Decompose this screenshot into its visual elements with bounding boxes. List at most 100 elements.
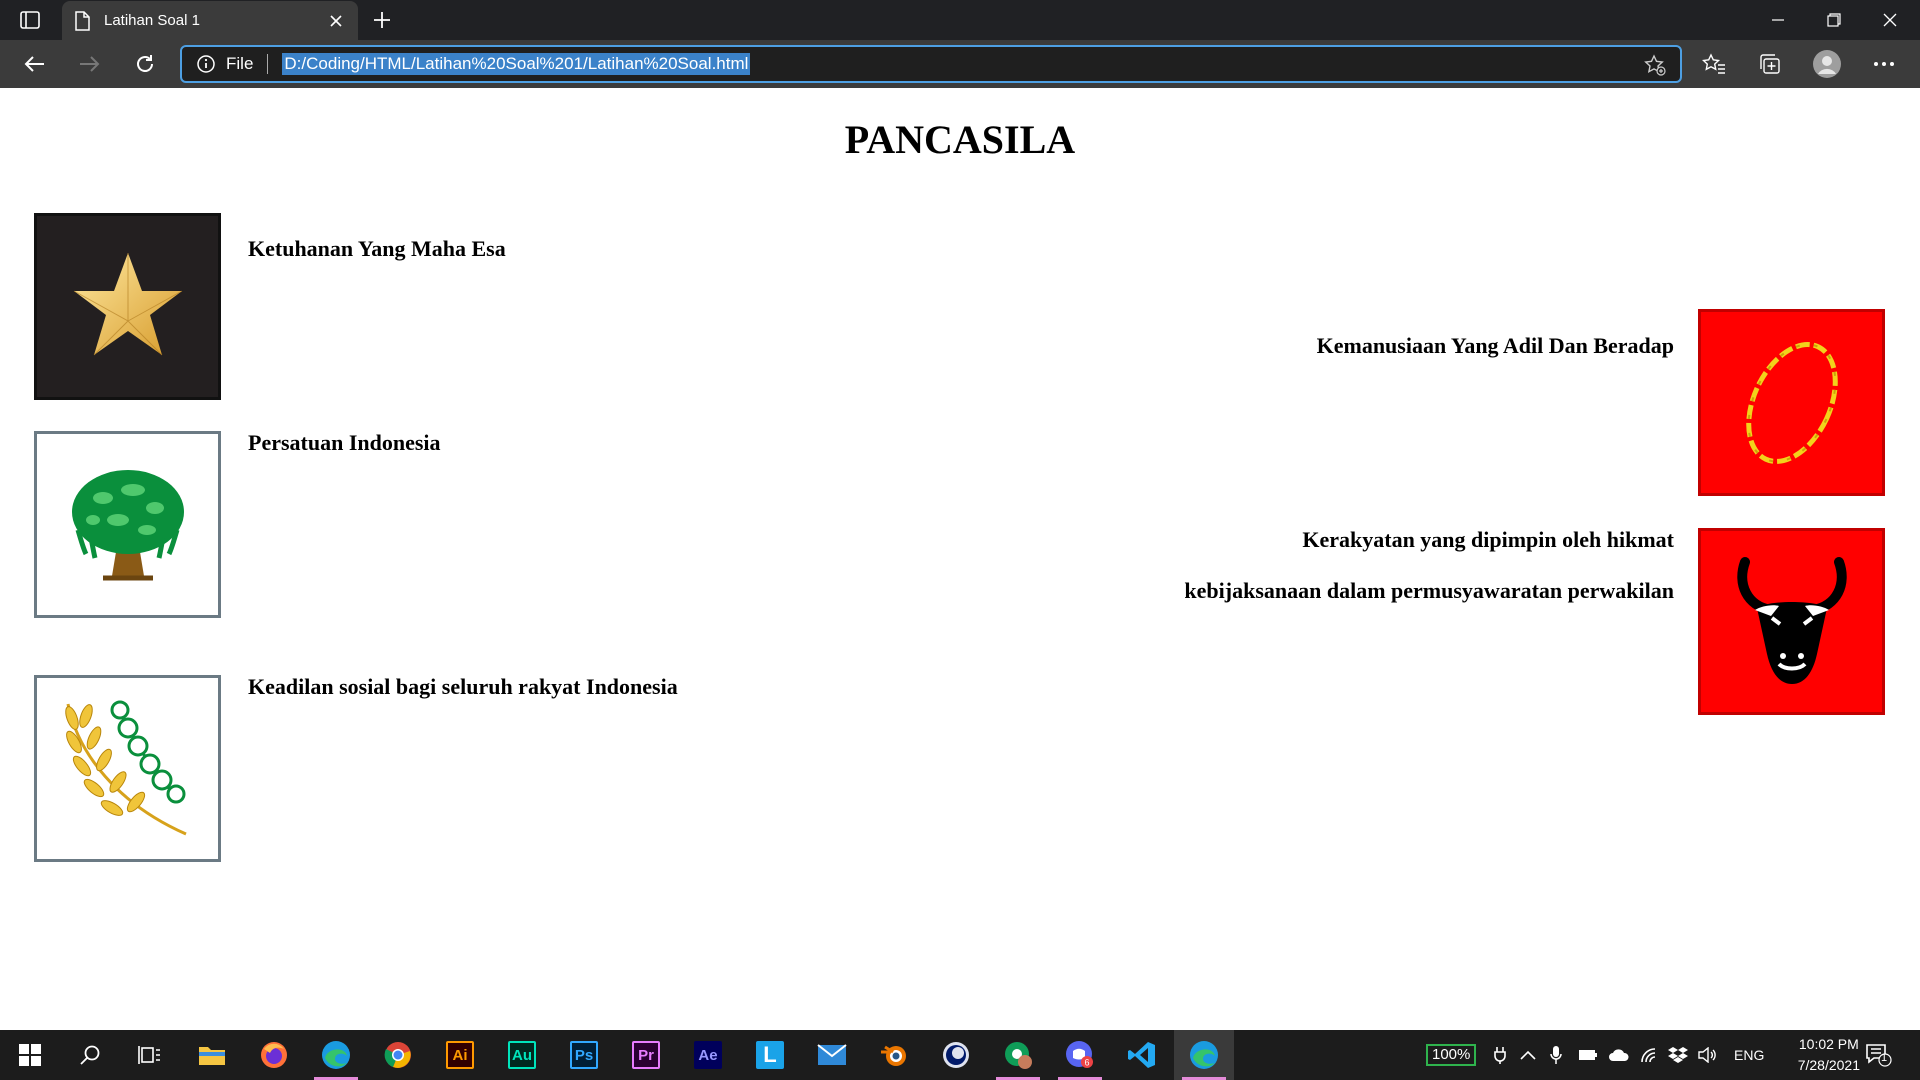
windows-icon xyxy=(19,1044,41,1066)
discord-button[interactable]: 6 xyxy=(1050,1030,1110,1080)
battery-icon[interactable] xyxy=(1578,1030,1598,1080)
firefox-icon xyxy=(261,1042,287,1068)
address-scheme-label: File xyxy=(226,54,254,73)
power-plug-icon[interactable] xyxy=(1494,1030,1506,1080)
show-hidden-icons-icon[interactable] xyxy=(1520,1030,1536,1080)
close-window-button[interactable] xyxy=(1862,0,1918,40)
volume-icon[interactable] xyxy=(1698,1030,1718,1080)
discord-icon: 6 xyxy=(1066,1041,1093,1068)
onedrive-icon[interactable] xyxy=(1608,1030,1630,1080)
tab-close-icon[interactable] xyxy=(320,5,352,37)
minimize-button[interactable] xyxy=(1750,0,1806,40)
rice-and-cotton-icon xyxy=(64,700,187,835)
audition-button[interactable]: Au xyxy=(492,1030,552,1080)
svg-text:6: 6 xyxy=(1084,1058,1089,1068)
task-view-icon xyxy=(138,1046,160,1064)
tab-title: Latihan Soal 1 xyxy=(104,12,200,29)
edge-icon xyxy=(1190,1041,1218,1069)
add-favorite-icon[interactable] xyxy=(1644,54,1666,76)
firefox-button[interactable] xyxy=(244,1030,304,1080)
vscode-icon xyxy=(1128,1042,1155,1068)
address-bar[interactable]: File D:/Coding/HTML/Latihan%20Soal%201/L… xyxy=(180,45,1682,83)
wifi-icon[interactable] xyxy=(1640,1030,1660,1080)
chrome-profile-icon xyxy=(1005,1042,1032,1069)
vscode-button[interactable] xyxy=(1112,1030,1172,1080)
battery-percent: 100% xyxy=(1426,1044,1477,1066)
rice-cotton-emblem xyxy=(34,675,221,862)
start-button[interactable] xyxy=(0,1030,60,1080)
page-content: PANCASILA Ketuhanan Yang Maha Esa Kemanu… xyxy=(0,88,1920,1030)
clock-date: 7/28/2021 xyxy=(1797,1057,1860,1073)
forward-button[interactable] xyxy=(72,48,108,80)
file-explorer-button[interactable] xyxy=(182,1030,242,1080)
clock[interactable]: 10:02 PM 7/28/2021 xyxy=(1798,1034,1860,1076)
new-tab-button[interactable] xyxy=(366,4,398,36)
sila-5-text: Keadilan sosial bagi seluruh rakyat Indo… xyxy=(248,674,678,699)
premiere-button[interactable]: Pr xyxy=(616,1030,676,1080)
chain-icon xyxy=(1745,341,1838,464)
chain-emblem xyxy=(1698,309,1885,496)
microphone-icon[interactable] xyxy=(1550,1030,1562,1080)
collections-icon[interactable] xyxy=(1756,50,1784,78)
back-button[interactable] xyxy=(16,48,52,80)
browser-tab-bar: Latihan Soal 1 xyxy=(0,0,1920,40)
star-emblem xyxy=(34,213,221,400)
photoshop-button[interactable]: Ps xyxy=(554,1030,614,1080)
sila-2-text: Kemanusiaan Yang Adil Dan Beradap xyxy=(1316,333,1674,358)
profile-avatar[interactable] xyxy=(1813,50,1841,78)
bull-head-emblem xyxy=(1698,528,1885,715)
windows-taskbar: Ai Au Ps Pr Ae L 6 100% ENG 10:02 PM 7/2… xyxy=(0,1030,1920,1080)
clock-time: 10:02 PM xyxy=(1798,1036,1859,1052)
after-effects-button[interactable]: Ae xyxy=(678,1030,738,1080)
cinema4d-icon xyxy=(943,1042,969,1068)
tab-actions-icon[interactable] xyxy=(12,8,48,32)
after-effects-icon: Ae xyxy=(694,1041,722,1069)
page-title: PANCASILA xyxy=(844,117,1076,162)
blender-icon xyxy=(881,1045,906,1066)
edge-button[interactable] xyxy=(306,1030,366,1080)
edge-active-button[interactable] xyxy=(1174,1030,1234,1080)
star-icon xyxy=(73,252,182,355)
photoshop-icon: Ps xyxy=(570,1041,598,1069)
mail-button[interactable] xyxy=(802,1030,862,1080)
edge-icon xyxy=(322,1041,350,1069)
sila-1-text: Ketuhanan Yang Maha Esa xyxy=(248,236,506,261)
l-app-button[interactable]: L xyxy=(740,1030,800,1080)
bull-head-icon xyxy=(1736,556,1847,684)
url-text[interactable]: D:/Coding/HTML/Latihan%20Soal%201/Latiha… xyxy=(282,53,751,75)
chrome-button[interactable] xyxy=(368,1030,428,1080)
cinema4d-button[interactable] xyxy=(926,1030,986,1080)
language-label: ENG xyxy=(1734,1047,1765,1063)
task-view-button[interactable] xyxy=(120,1030,180,1080)
sila-4-text-line2: kebijaksanaan dalam permusyawaratan perw… xyxy=(1184,578,1674,603)
notification-center[interactable]: 1 xyxy=(1866,1030,1892,1080)
blender-button[interactable] xyxy=(864,1030,924,1080)
search-icon xyxy=(80,1045,100,1065)
audition-icon: Au xyxy=(508,1041,536,1069)
language-indicator[interactable]: ENG xyxy=(1734,1030,1764,1080)
address-separator xyxy=(267,54,269,74)
l-app-icon: L xyxy=(756,1041,784,1069)
info-icon[interactable] xyxy=(196,54,216,74)
refresh-button[interactable] xyxy=(127,48,163,80)
battery-indicator[interactable]: 100% xyxy=(1426,1030,1477,1080)
folder-icon xyxy=(199,1047,225,1065)
favorites-icon[interactable] xyxy=(1700,50,1728,78)
browser-toolbar: File D:/Coding/HTML/Latihan%20Soal%201/L… xyxy=(0,40,1920,88)
dropbox-icon[interactable] xyxy=(1668,1030,1688,1080)
premiere-icon: Pr xyxy=(632,1041,660,1069)
chrome-profile-button[interactable] xyxy=(988,1030,1048,1080)
page-icon xyxy=(74,10,92,31)
banyan-tree-icon xyxy=(71,469,184,580)
illustrator-button[interactable]: Ai xyxy=(430,1030,490,1080)
browser-tab[interactable]: Latihan Soal 1 xyxy=(62,1,358,40)
search-button[interactable] xyxy=(60,1030,120,1080)
sila-3-text: Persatuan Indonesia xyxy=(248,430,441,455)
sila-4-text-line1: Kerakyatan yang dipimpin oleh hikmat xyxy=(1302,527,1674,552)
restore-button[interactable] xyxy=(1806,0,1862,40)
notification-count: 1 xyxy=(1881,1052,1888,1064)
illustrator-icon: Ai xyxy=(446,1041,474,1069)
mail-icon xyxy=(817,1044,847,1065)
more-options-icon[interactable] xyxy=(1870,50,1898,78)
banyan-tree-emblem xyxy=(34,431,221,618)
